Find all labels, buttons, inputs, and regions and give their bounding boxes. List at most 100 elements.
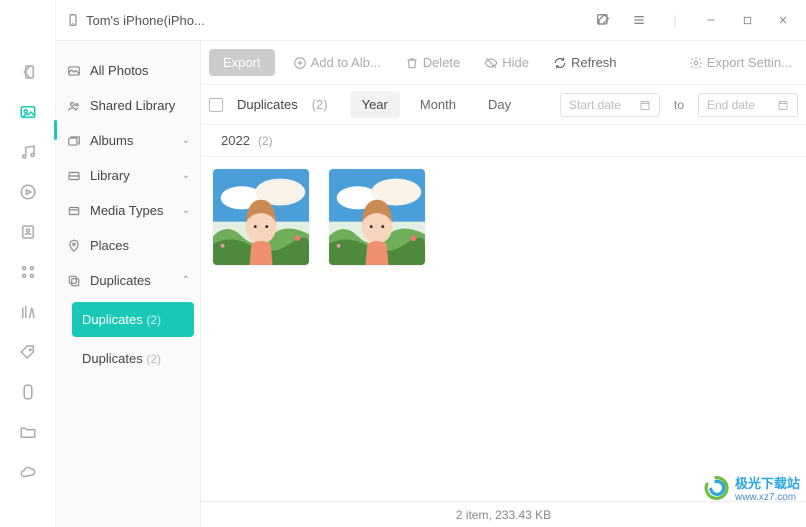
- sidebar-item-duplicates[interactable]: Duplicates ⌃: [56, 263, 200, 298]
- sidebar-item-label: Albums: [90, 133, 133, 148]
- filter-bar: Duplicates (2) Year Month Day Start date…: [201, 85, 806, 125]
- device-name: Tom's iPhone(iPho...: [86, 13, 205, 28]
- photos-icon[interactable]: [18, 102, 38, 122]
- all-photos-icon: [66, 64, 82, 78]
- delete-button[interactable]: Delete: [399, 51, 467, 74]
- chevron-down-icon: ⌄: [182, 135, 190, 146]
- photo-thumbnail[interactable]: [213, 169, 309, 265]
- seg-month[interactable]: Month: [408, 91, 468, 118]
- sidebar-item-label: Places: [90, 238, 129, 253]
- button-label: Add to Alb...: [311, 55, 381, 70]
- albums-icon: [66, 134, 82, 148]
- to-label: to: [674, 98, 684, 112]
- sidebar-item-label: All Photos: [90, 63, 149, 78]
- phone-icon: [66, 13, 80, 27]
- plus-circle-icon: [293, 56, 307, 70]
- sidebar-item-label: Duplicates: [82, 312, 143, 327]
- maximize-button[interactable]: [734, 7, 760, 33]
- chevron-down-icon: ⌄: [182, 170, 190, 181]
- time-segments: Year Month Day: [350, 91, 524, 118]
- edit-icon[interactable]: [590, 7, 616, 33]
- hide-button[interactable]: Hide: [478, 51, 535, 74]
- icloud-icon[interactable]: [18, 462, 38, 482]
- photo-thumbnail[interactable]: [329, 169, 425, 265]
- sidebar-item-count: (2): [146, 313, 161, 327]
- start-date-input[interactable]: Start date: [560, 93, 660, 117]
- sidebar: All Photos Shared Library Albums ⌄ Libra…: [56, 41, 201, 527]
- button-label: Hide: [502, 55, 529, 70]
- content: All Photos Shared Library Albums ⌄ Libra…: [56, 40, 806, 527]
- button-label: Export Settin...: [707, 55, 792, 70]
- sidebar-item-label: Duplicates: [82, 351, 143, 366]
- filter-count: (2): [312, 97, 328, 112]
- back-icon[interactable]: [18, 62, 38, 82]
- minimize-button[interactable]: [698, 7, 724, 33]
- sidebar-duplicates-children: Duplicates (2) Duplicates (2): [56, 298, 200, 376]
- status-bar: 2 item, 233.43 KB: [201, 501, 806, 527]
- illustration-girl: [329, 169, 425, 265]
- sidebar-item-albums[interactable]: Albums ⌄: [56, 123, 200, 158]
- menu-icon[interactable]: [626, 7, 652, 33]
- tags-icon[interactable]: [18, 342, 38, 362]
- illustration-girl: [213, 169, 309, 265]
- sidebar-item-duplicates-group[interactable]: Duplicates (2): [72, 341, 200, 376]
- main-area: Tom's iPhone(iPho... |: [56, 0, 806, 527]
- contacts-icon[interactable]: [18, 222, 38, 242]
- sidebar-item-places[interactable]: Places: [56, 228, 200, 263]
- seg-day[interactable]: Day: [476, 91, 523, 118]
- calendar-icon: [639, 99, 651, 111]
- sidebar-item-media-types[interactable]: Media Types ⌄: [56, 193, 200, 228]
- calendar-icon: [777, 99, 789, 111]
- icon-rail: [0, 0, 56, 527]
- thumbnail-grid: [201, 157, 806, 501]
- music-icon[interactable]: [18, 142, 38, 162]
- eye-off-icon: [484, 56, 498, 70]
- button-label: Refresh: [571, 55, 617, 70]
- refresh-button[interactable]: Refresh: [547, 51, 623, 74]
- duplicates-icon: [66, 274, 82, 288]
- end-date-input[interactable]: End date: [698, 93, 798, 117]
- sidebar-item-library[interactable]: Library ⌄: [56, 158, 200, 193]
- trash-icon: [405, 56, 419, 70]
- sidebar-item-label: Library: [90, 168, 130, 183]
- group-year: 2022: [221, 133, 250, 148]
- files-icon[interactable]: [18, 422, 38, 442]
- chevron-up-icon: ⌃: [182, 275, 190, 286]
- sidebar-item-label: Media Types: [90, 203, 163, 218]
- export-settings-button[interactable]: Export Settin...: [683, 51, 798, 74]
- button-label: Export: [223, 55, 261, 70]
- right-panel: Export Add to Alb... Delete Hide Refresh: [201, 41, 806, 527]
- sidebar-item-all-photos[interactable]: All Photos: [56, 53, 200, 88]
- video-icon[interactable]: [18, 182, 38, 202]
- storage-icon[interactable]: [18, 382, 38, 402]
- titlebar: Tom's iPhone(iPho... |: [56, 0, 806, 40]
- chevron-down-icon: ⌄: [182, 205, 190, 216]
- seg-label: Day: [488, 97, 511, 112]
- filter-label: Duplicates: [237, 97, 298, 112]
- seg-year[interactable]: Year: [350, 91, 400, 118]
- rail-active-indicator: [54, 120, 57, 140]
- seg-label: Month: [420, 97, 456, 112]
- add-to-album-button[interactable]: Add to Alb...: [287, 51, 387, 74]
- toolbar: Export Add to Alb... Delete Hide Refresh: [201, 41, 806, 85]
- media-types-icon: [66, 204, 82, 218]
- places-icon: [66, 239, 82, 253]
- close-button[interactable]: [770, 7, 796, 33]
- export-button[interactable]: Export: [209, 49, 275, 76]
- sidebar-item-label: Shared Library: [90, 98, 175, 113]
- gear-icon: [689, 56, 703, 70]
- group-count: (2): [258, 134, 273, 148]
- date-placeholder: Start date: [569, 98, 621, 112]
- books-icon[interactable]: [18, 302, 38, 322]
- select-all-checkbox[interactable]: [209, 98, 223, 112]
- sidebar-item-shared-library[interactable]: Shared Library: [56, 88, 200, 123]
- seg-label: Year: [362, 97, 388, 112]
- refresh-icon: [553, 56, 567, 70]
- button-label: Delete: [423, 55, 461, 70]
- apps-icon[interactable]: [18, 262, 38, 282]
- shared-library-icon: [66, 99, 82, 113]
- sidebar-item-label: Duplicates: [90, 273, 151, 288]
- device-selector[interactable]: Tom's iPhone(iPho...: [66, 13, 582, 28]
- sidebar-item-duplicates-group-active[interactable]: Duplicates (2): [72, 302, 194, 337]
- year-group-header[interactable]: 2022 (2): [201, 125, 806, 157]
